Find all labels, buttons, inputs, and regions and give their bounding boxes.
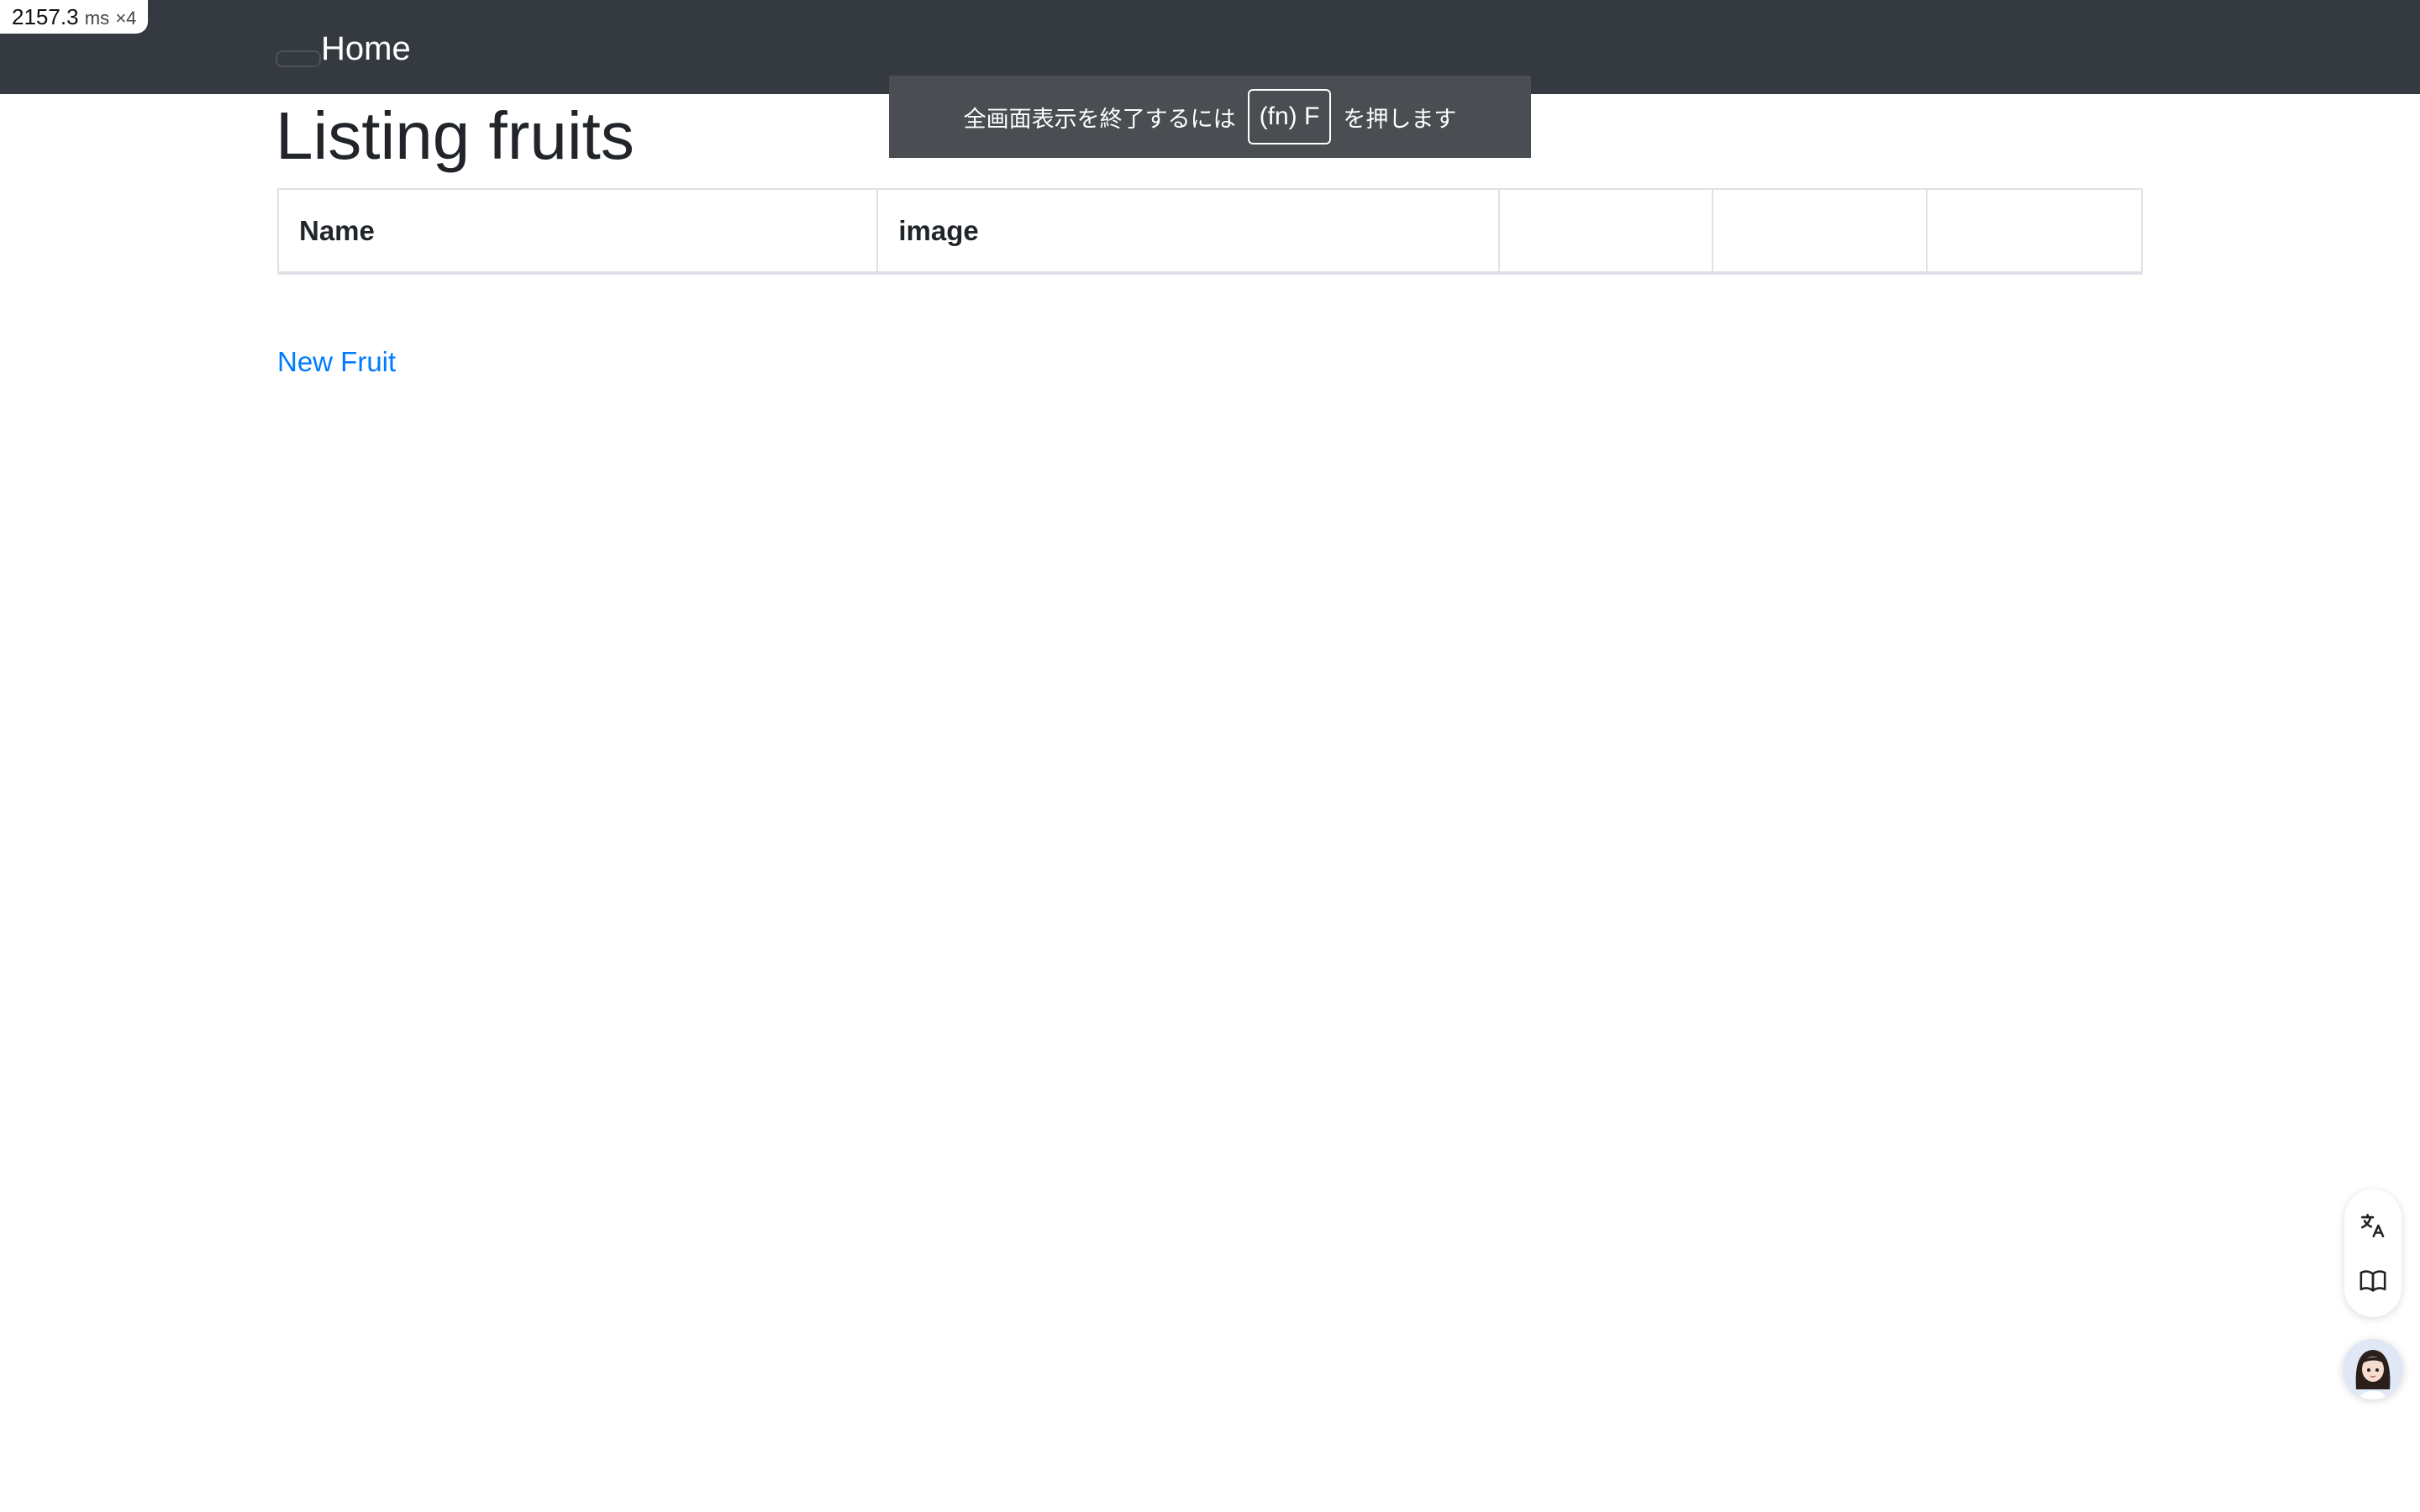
column-header-empty — [1497, 188, 1714, 275]
translate-button[interactable] — [2353, 1205, 2393, 1246]
column-header-empty — [1926, 188, 2143, 275]
timing-unit: ms — [84, 8, 110, 29]
side-toolbar — [2344, 1189, 2402, 1317]
new-fruit-link[interactable]: New Fruit — [277, 343, 396, 381]
fruits-table: Name image — [276, 188, 2143, 275]
column-header-image: image — [876, 188, 1500, 275]
timing-multiplier: ×4 — [115, 8, 137, 29]
timing-value: 2157.3 — [12, 4, 79, 29]
assistant-avatar[interactable] — [2343, 1339, 2403, 1399]
banner-key: (fn) F — [1247, 89, 1332, 144]
book-icon — [2360, 1270, 2386, 1292]
translate-icon — [2360, 1213, 2385, 1238]
timing-badge: 2157.3 ms ×4 — [0, 0, 149, 34]
fullscreen-exit-banner: 全画面表示を終了するには (fn) F を押します — [889, 76, 1531, 158]
home-link[interactable]: Home — [321, 24, 411, 74]
banner-prefix: 全画面表示を終了するには — [963, 106, 1236, 133]
navbar-toggler-button[interactable] — [276, 50, 321, 67]
banner-suffix: を押します — [1343, 106, 1457, 133]
page-title: Listing fruits — [276, 98, 634, 173]
column-header-name: Name — [276, 188, 879, 275]
table-header-row: Name image — [276, 188, 2143, 275]
reader-button[interactable] — [2353, 1261, 2393, 1301]
column-header-empty — [1712, 188, 1928, 275]
avatar-icon — [2343, 1339, 2403, 1399]
